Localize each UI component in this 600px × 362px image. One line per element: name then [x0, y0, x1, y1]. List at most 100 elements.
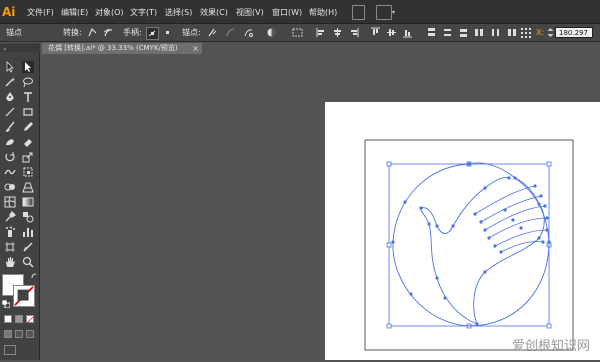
finger-paths	[474, 185, 548, 253]
artboard-icon[interactable]	[4, 241, 16, 253]
tools-panel: »	[0, 43, 40, 360]
perspective-grid-icon[interactable]	[22, 181, 34, 193]
finger-path-3	[484, 205, 546, 231]
blend-icon[interactable]	[22, 211, 34, 223]
rotate-icon[interactable]	[4, 151, 16, 163]
swap-fill-stroke-icon[interactable]	[31, 272, 37, 279]
handle-top-right	[546, 161, 552, 167]
mesh-icon[interactable]	[4, 196, 16, 208]
menu-bar: Ai 文件(F) 编辑(E) 对象(O) 文字(T) 选择(S) 效果(C) 视…	[0, 0, 600, 24]
slice-icon[interactable]	[22, 241, 34, 253]
align-bottom-icon[interactable]	[402, 27, 413, 38]
handles-label: 手柄:	[123, 28, 142, 37]
selection-tool-icon[interactable]	[4, 61, 16, 73]
rectangle-icon[interactable]	[22, 106, 34, 118]
draw-inside-icon[interactable]	[26, 330, 34, 338]
artboard[interactable]: 爱创根知识网	[325, 102, 600, 360]
selection-type-label: 锚点	[6, 28, 22, 37]
hand-icon[interactable]	[4, 256, 16, 268]
menu-effect[interactable]: 效果(C)	[200, 7, 228, 19]
watermark-text: 爱创根知识网	[511, 339, 590, 354]
reference-point-icon[interactable]	[520, 27, 531, 38]
paintbrush-icon[interactable]	[4, 121, 16, 133]
gradient-mode-icon[interactable]	[15, 315, 23, 323]
menu-window[interactable]: 窗口(W)	[272, 7, 302, 19]
none-mode-icon[interactable]	[26, 315, 34, 324]
convert-to-smooth-icon[interactable]	[103, 27, 114, 38]
column-graph-icon[interactable]	[22, 226, 34, 238]
menu-object[interactable]: 对象(O)	[95, 7, 124, 19]
finger-path-2	[480, 195, 542, 223]
scale-icon[interactable]	[22, 151, 34, 163]
finger-path-4	[488, 217, 548, 239]
convert-label: 转换:	[63, 28, 82, 37]
menu-edit[interactable]: 编辑(E)	[61, 7, 88, 19]
hide-handles-icon[interactable]	[162, 27, 173, 38]
eyedropper-icon[interactable]	[4, 211, 16, 223]
stroke-swatch[interactable]	[13, 285, 35, 307]
distribute-hcenter-icon[interactable]	[490, 27, 501, 38]
eraser-icon[interactable]	[22, 136, 34, 148]
gradient-icon[interactable]	[22, 196, 34, 208]
cut-path-icon[interactable]	[243, 27, 254, 38]
pencil-icon[interactable]	[22, 121, 34, 133]
distribute-right-icon[interactable]	[506, 27, 517, 38]
distribute-bottom-icon[interactable]	[458, 27, 469, 38]
menu-file[interactable]: 文件(F)	[27, 7, 54, 19]
bridge-icon[interactable]	[352, 5, 365, 20]
handle-middle-left	[386, 242, 392, 248]
draw-behind-icon[interactable]	[15, 330, 23, 338]
menu-select[interactable]: 选择(S)	[165, 7, 192, 19]
direct-selection-tool-icon[interactable]	[22, 61, 34, 73]
magic-wand-icon[interactable]	[4, 76, 16, 88]
draw-normal-icon[interactable]	[4, 330, 12, 338]
x-stepper-icon[interactable]	[545, 27, 554, 38]
shape-builder-icon[interactable]	[4, 181, 16, 193]
handle-bottom-right	[546, 323, 552, 329]
align-middle-icon[interactable]	[386, 27, 397, 38]
menu-help[interactable]: 帮助(H)	[309, 7, 337, 19]
isolate-icon[interactable]	[266, 27, 277, 38]
distribute-center-icon[interactable]	[442, 27, 453, 38]
free-transform-icon[interactable]	[22, 166, 34, 178]
screen-mode-icon[interactable]	[4, 345, 16, 355]
align-center-icon[interactable]	[332, 27, 343, 38]
x-label: X:	[536, 28, 545, 37]
type-icon[interactable]	[22, 91, 34, 103]
document-tab-title: 花偶 [转换].ai* @ 33.33% (CMYK/预览)	[48, 44, 178, 52]
distribute-top-icon[interactable]	[426, 27, 437, 38]
handle-top-left	[386, 161, 392, 167]
handle-bottom-left	[386, 323, 392, 329]
anchor-points	[391, 162, 551, 326]
document-tab[interactable]: 花偶 [转换].ai* @ 33.33% (CMYK/预览) ×	[42, 43, 202, 54]
inner-artboard-frame	[364, 139, 574, 351]
anchors-label: 锚点:	[182, 28, 201, 37]
convert-to-corner-icon[interactable]	[87, 27, 98, 38]
zoom-icon[interactable]	[22, 256, 34, 268]
close-icon[interactable]: ×	[192, 43, 199, 54]
show-handles-icon[interactable]	[146, 27, 159, 40]
default-fill-stroke-icon[interactable]	[1, 299, 11, 309]
arrange-dropdown-chevron-icon[interactable]: ▾	[392, 9, 395, 16]
arrange-documents-icon[interactable]	[376, 5, 392, 20]
menu-view[interactable]: 视图(V)	[236, 7, 264, 19]
color-mode-icon[interactable]	[4, 315, 12, 323]
line-segment-icon[interactable]	[4, 106, 16, 118]
remove-anchor-icon[interactable]	[207, 27, 218, 38]
connect-anchors-icon[interactable]	[225, 27, 236, 38]
collapse-arrows-icon[interactable]: »	[3, 46, 7, 53]
blob-brush-icon[interactable]	[4, 136, 16, 148]
pen-icon[interactable]	[4, 91, 16, 103]
align-left-icon[interactable]	[316, 27, 327, 38]
align-options-icon[interactable]	[292, 27, 303, 38]
symbol-sprayer-icon[interactable]	[4, 226, 16, 238]
align-right-icon[interactable]	[348, 27, 359, 38]
distribute-left-icon[interactable]	[474, 27, 485, 38]
artwork-canvas[interactable]	[325, 102, 600, 360]
control-bar: 锚点 转换: 手柄: 锚点: X: 180.297	[0, 24, 600, 42]
x-input[interactable]: 180.297	[555, 27, 593, 38]
warp-icon[interactable]	[4, 166, 16, 178]
lasso-icon[interactable]	[22, 76, 34, 88]
menu-type[interactable]: 文字(T)	[130, 7, 157, 19]
align-top-icon[interactable]	[370, 27, 381, 38]
